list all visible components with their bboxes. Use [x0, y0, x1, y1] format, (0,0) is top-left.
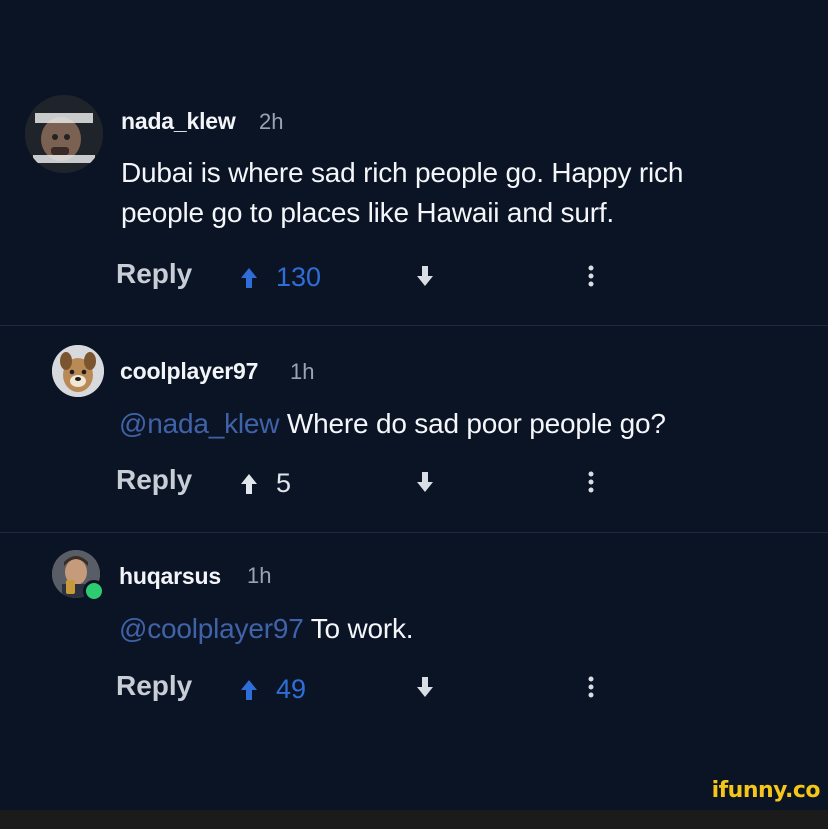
arrow-down-icon[interactable]: [416, 265, 434, 287]
comment-text-line: people go to places like Hawaii and surf…: [121, 197, 614, 228]
score-count: 5: [276, 468, 292, 498]
comment-text: @nada_klew Where do sad poor people go?: [119, 404, 666, 444]
more-options-icon[interactable]: [588, 676, 594, 698]
comment-username[interactable]: coolplayer97: [120, 358, 258, 385]
movie-poster-avatar-icon: [25, 95, 103, 173]
divider: [0, 532, 828, 533]
mention-link[interactable]: @coolplayer97: [119, 613, 304, 644]
comment-time: 2h: [259, 109, 284, 134]
arrow-up-icon: [241, 267, 257, 288]
dog-avatar-icon: [52, 345, 104, 397]
watermark-logo: ifunny.co: [711, 778, 821, 803]
reply-button[interactable]: Reply: [116, 464, 192, 496]
reply-button[interactable]: Reply: [116, 670, 192, 702]
score-count: 49: [276, 674, 307, 704]
avatar[interactable]: [25, 95, 103, 173]
comment-text: Dubai is where sad rich people go. Happy…: [121, 153, 683, 233]
more-options-icon[interactable]: [588, 471, 594, 493]
comment-text-line: Dubai is where sad rich people go. Happy…: [121, 157, 684, 188]
arrow-up-icon: [241, 473, 257, 494]
score-count: 130: [276, 262, 322, 292]
comment-username[interactable]: nada_klew: [121, 108, 236, 135]
mention-link[interactable]: @nada_klew: [119, 408, 280, 439]
avatar[interactable]: [52, 345, 104, 397]
arrow-down-icon[interactable]: [416, 676, 434, 698]
comment-thread: nada_klew 2h Dubai is where sad rich peo…: [0, 0, 828, 810]
divider: [0, 325, 828, 326]
comment-text-content: To work.: [310, 613, 414, 644]
comment-text: @coolplayer97 To work.: [119, 609, 414, 649]
upvote-button[interactable]: 130: [240, 262, 321, 293]
comment-time: 1h: [247, 563, 272, 588]
more-options-icon[interactable]: [588, 265, 594, 287]
bottom-bar: [0, 810, 828, 829]
arrow-down-icon[interactable]: [416, 471, 434, 493]
comment-username[interactable]: huqarsus: [119, 563, 221, 590]
arrow-up-icon: [241, 679, 257, 700]
online-status-icon: [83, 580, 105, 602]
upvote-button[interactable]: 5: [240, 468, 291, 499]
upvote-button[interactable]: 49: [240, 674, 306, 705]
comment-text-content: Where do sad poor people go?: [286, 408, 666, 439]
comment-time: 1h: [290, 359, 315, 384]
reply-button[interactable]: Reply: [116, 258, 192, 290]
